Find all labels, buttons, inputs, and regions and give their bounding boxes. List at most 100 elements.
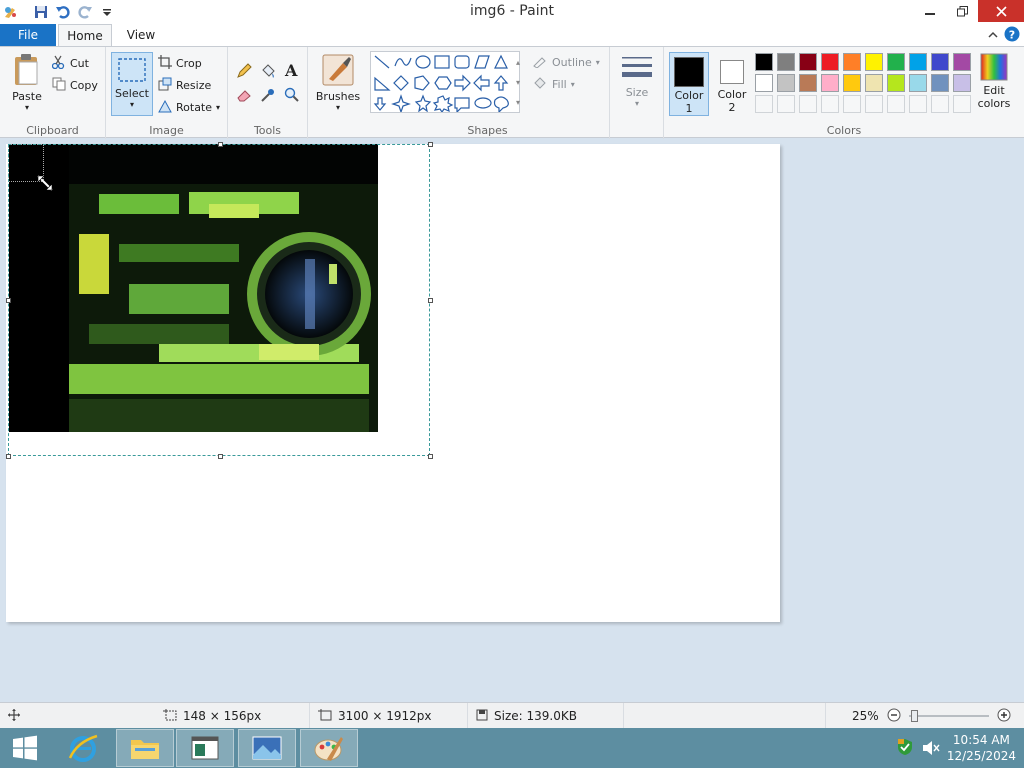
image-size: 3100 × 1912px: [310, 703, 468, 729]
palette-swatch-empty[interactable]: [909, 95, 927, 113]
crop-button[interactable]: Crop: [158, 53, 202, 73]
window-controls: [914, 0, 1024, 22]
tab-home[interactable]: Home: [58, 24, 112, 47]
copy-button[interactable]: Copy: [52, 75, 98, 95]
zoom-out-button[interactable]: [887, 708, 901, 725]
volume-muted-icon[interactable]: [922, 740, 940, 759]
color1-label: Color: [674, 89, 704, 102]
selection-handle-bottom[interactable]: [218, 454, 223, 459]
zoom-slider-thumb[interactable]: [910, 710, 918, 722]
fill-bucket-icon[interactable]: [260, 63, 276, 82]
shapes-gallery[interactable]: [370, 51, 520, 114]
selection-handle-left[interactable]: [6, 298, 11, 303]
color1-button[interactable]: Color 1: [669, 52, 709, 116]
shapes-scroll[interactable]: ▴ ▾ ▾: [516, 53, 520, 113]
scissors-icon: [51, 55, 66, 72]
palette-swatch-empty[interactable]: [843, 95, 861, 113]
palette-swatch-empty[interactable]: [821, 95, 839, 113]
zoom-level: 25%: [852, 709, 879, 723]
system-clock[interactable]: 10:54 AM 12/25/2024: [947, 732, 1016, 764]
palette-swatch[interactable]: [821, 74, 839, 92]
tab-view[interactable]: View: [116, 24, 166, 46]
security-shield-icon[interactable]: [896, 738, 914, 759]
palette-swatch-empty[interactable]: [887, 95, 905, 113]
selection-handle-bottom-left[interactable]: [6, 454, 11, 459]
brushes-button[interactable]: Brushes ▾: [312, 53, 364, 112]
windows-logo-icon: [13, 735, 37, 761]
palette-swatch[interactable]: [887, 74, 905, 92]
palette-swatch[interactable]: [953, 53, 971, 71]
text-tool-icon[interactable]: A: [284, 61, 300, 82]
palette-swatch[interactable]: [843, 53, 861, 71]
paste-label: Paste: [12, 90, 42, 103]
palette-swatch-empty[interactable]: [865, 95, 883, 113]
help-icon[interactable]: ?: [1004, 26, 1020, 45]
palette-swatch[interactable]: [777, 53, 795, 71]
rotate-label: Rotate: [176, 100, 213, 114]
selection-handle-right[interactable]: [428, 298, 433, 303]
palette-swatch[interactable]: [755, 74, 773, 92]
palette-swatch-empty[interactable]: [755, 95, 773, 113]
color2-button[interactable]: Color 2: [712, 52, 752, 114]
palette-swatch[interactable]: [887, 53, 905, 71]
paste-icon: [15, 54, 38, 85]
fill-button[interactable]: Fill ▾: [532, 74, 575, 94]
selection-rectangle[interactable]: [8, 144, 430, 456]
palette-swatch[interactable]: [755, 53, 773, 71]
zoom-slider[interactable]: [908, 709, 989, 723]
internet-explorer-icon: [68, 734, 98, 762]
palette-swatch[interactable]: [799, 53, 817, 71]
palette-swatch[interactable]: [843, 74, 861, 92]
outline-button[interactable]: Outline ▾: [532, 52, 600, 72]
palette-swatch[interactable]: [931, 53, 949, 71]
palette-swatch[interactable]: [799, 74, 817, 92]
size-button[interactable]: Size ▾: [616, 53, 658, 108]
restore-button[interactable]: [946, 0, 978, 22]
edit-colors-button[interactable]: Edit colors: [974, 53, 1014, 110]
palette-swatch[interactable]: [909, 74, 927, 92]
palette-swatch-empty[interactable]: [777, 95, 795, 113]
taskbar-internet-explorer[interactable]: [54, 729, 112, 767]
palette-swatch[interactable]: [777, 74, 795, 92]
file-size: Size: 139.0KB: [468, 703, 624, 729]
zoom-in-button[interactable]: [997, 708, 1011, 725]
paste-button[interactable]: Paste ▾: [8, 53, 46, 112]
palette-swatch-empty[interactable]: [799, 95, 817, 113]
taskbar-window-app[interactable]: [176, 729, 234, 767]
fill-label: Fill: [552, 77, 567, 91]
palette-swatch[interactable]: [931, 74, 949, 92]
selection-handle-top-right[interactable]: [428, 142, 433, 147]
clock-time: 10:54 AM: [952, 733, 1010, 747]
cut-button[interactable]: Cut: [51, 53, 89, 73]
close-button[interactable]: [978, 0, 1024, 22]
selection-handle-bottom-right[interactable]: [428, 454, 433, 459]
minimize-ribbon-icon[interactable]: [988, 28, 998, 42]
eraser-icon[interactable]: [236, 87, 252, 106]
pencil-icon[interactable]: [236, 63, 252, 82]
palette-swatch[interactable]: [865, 74, 883, 92]
color-picker-icon[interactable]: [260, 87, 276, 106]
cursor-position: [0, 703, 155, 729]
taskbar-file-explorer[interactable]: [116, 729, 174, 767]
edit-colors-label-1: Edit: [983, 84, 1005, 97]
image-group-label: Image: [149, 124, 184, 137]
minimize-button[interactable]: [914, 0, 946, 22]
taskbar-photo-viewer[interactable]: [238, 729, 296, 767]
palette-swatch[interactable]: [953, 74, 971, 92]
resize-button[interactable]: Resize: [158, 75, 211, 95]
palette-swatch[interactable]: [865, 53, 883, 71]
clipboard-group-label: Clipboard: [26, 124, 79, 137]
palette-swatch[interactable]: [821, 53, 839, 71]
palette-swatch-empty[interactable]: [931, 95, 949, 113]
disk-icon: [476, 709, 488, 724]
tab-file[interactable]: File: [0, 24, 56, 46]
magnifier-icon[interactable]: [284, 87, 300, 106]
palette-swatch[interactable]: [909, 53, 927, 71]
palette-swatch-empty[interactable]: [953, 95, 971, 113]
selection-size-text: 148 × 156px: [183, 709, 262, 723]
rotate-button[interactable]: Rotate ▾: [158, 97, 220, 117]
taskbar-paint[interactable]: [300, 729, 358, 767]
select-button[interactable]: Select ▾: [111, 52, 153, 116]
start-button[interactable]: [0, 729, 50, 767]
selection-handle-top[interactable]: [218, 142, 223, 147]
